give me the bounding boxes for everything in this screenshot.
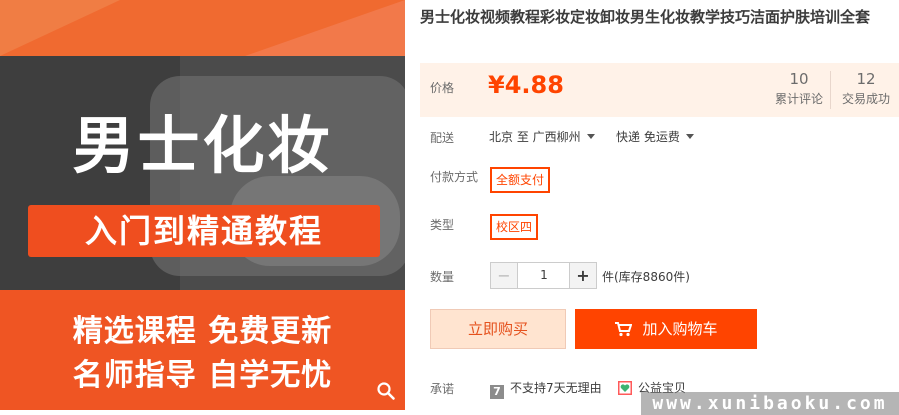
cart-icon (615, 322, 633, 337)
type-label: 类型 (430, 218, 455, 232)
shipping-method: 快递 免运费 (616, 130, 680, 144)
quantity-stepper: − 1 + (490, 262, 597, 289)
chevron-down-icon (685, 134, 694, 139)
image-slogan-2: 名师指导 自学无忧 (72, 358, 333, 393)
quantity-input[interactable]: 1 (519, 263, 569, 288)
buy-now-button[interactable]: 立即购买 (430, 309, 566, 349)
add-to-cart-button[interactable]: 加入购物车 (575, 309, 757, 349)
shipping-method-select[interactable]: 快递 免运费 (616, 128, 694, 145)
watermark: www.xunibaoku.com (641, 392, 899, 415)
price-label: 价格 (430, 81, 455, 95)
no-return-icon: 7 (490, 385, 504, 399)
no-return-text: 不支持7天无理由 (510, 381, 602, 395)
reviews-label: 累计评论 (774, 92, 823, 106)
trades-stat: 12 交易成功 (836, 69, 896, 109)
promise-label: 承诺 (430, 382, 455, 396)
price-panel: 价格 ¥4.88 10 累计评论 12 交易成功 (420, 63, 899, 117)
no-return-promise[interactable]: 7 不支持7天无理由 (490, 379, 602, 399)
product-image[interactable]: 男士化妆 入门到精通教程 精选课程 免费更新 名师指导 自学无忧 (0, 0, 405, 410)
stat-divider (830, 71, 831, 109)
image-headline: 男士化妆 (72, 109, 333, 182)
quantity-label: 数量 (430, 270, 455, 284)
shipping-route-select[interactable]: 北京 至 广西柳州 (489, 128, 595, 145)
price-value: ¥4.88 (488, 71, 564, 99)
heart-icon (618, 381, 632, 395)
payment-option-full[interactable]: 全额支付 (490, 167, 551, 193)
stock-info: 件(库存8860件) (602, 270, 690, 284)
magnifier-icon[interactable] (376, 381, 396, 401)
image-slogan-1: 精选课程 免费更新 (72, 314, 333, 349)
shipping-route: 北京 至 广西柳州 (489, 130, 581, 144)
add-to-cart-label: 加入购物车 (642, 320, 718, 338)
reviews-count: 10 (789, 70, 809, 88)
type-option-campus4[interactable]: 校区四 (490, 214, 539, 240)
quantity-increase-button[interactable]: + (569, 263, 596, 288)
product-detail-page: 男士化妆 入门到精通教程 精选课程 免费更新 名师指导 自学无忧 男士化妆视频教… (0, 0, 899, 415)
chevron-down-icon (586, 134, 595, 139)
image-subtitle: 入门到精通教程 (28, 205, 380, 257)
trades-label: 交易成功 (841, 92, 890, 106)
image-top-band (0, 0, 405, 56)
payment-label: 付款方式 (430, 170, 479, 184)
reviews-stat[interactable]: 10 累计评论 (773, 69, 825, 109)
trades-count: 12 (856, 70, 876, 88)
product-title: 男士化妆视频教程彩妆定妆卸妆男生化妆教学技巧洁面护肤培训全套 (420, 8, 871, 26)
shipping-label: 配送 (430, 131, 455, 145)
quantity-decrease-button[interactable]: − (491, 263, 518, 288)
